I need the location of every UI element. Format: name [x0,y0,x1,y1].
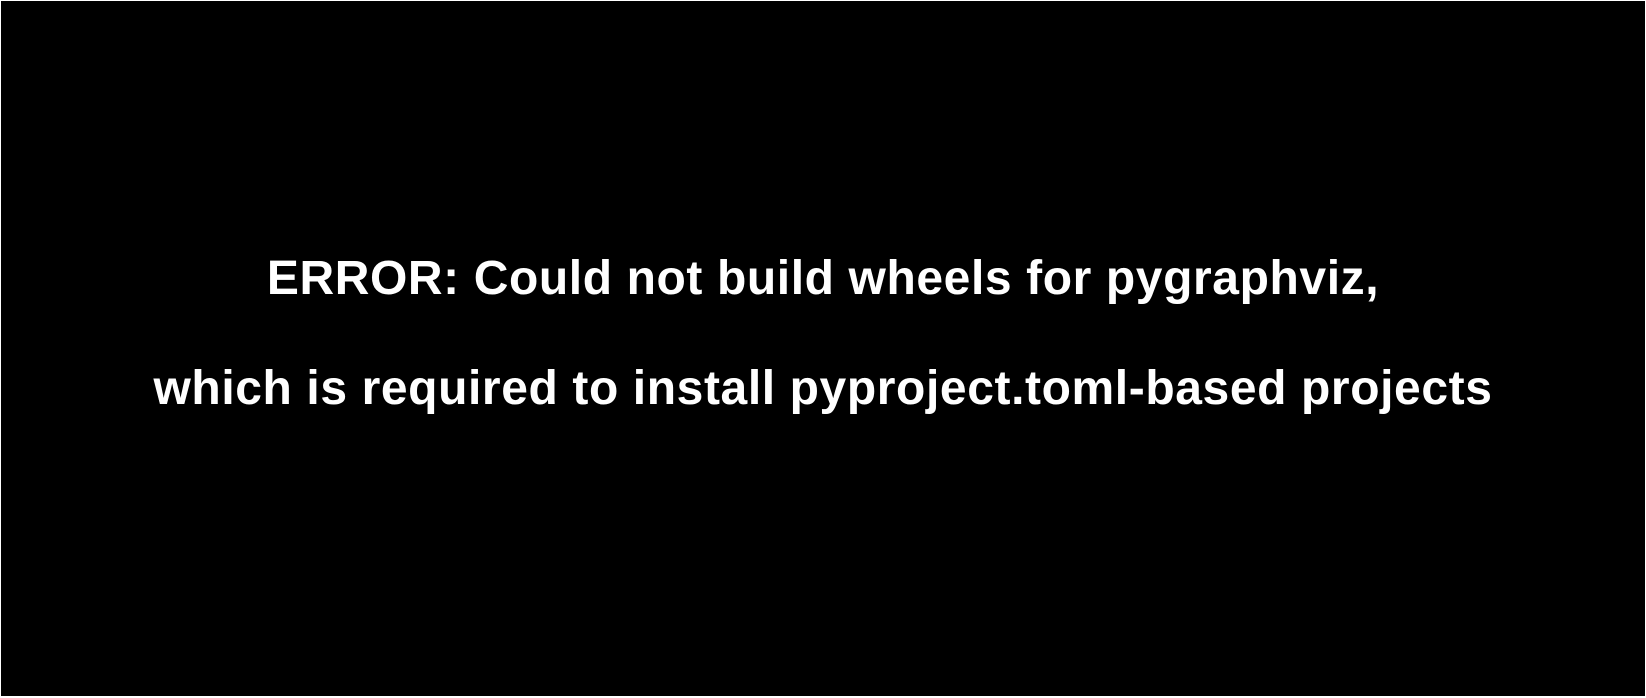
error-message-screen: ERROR: Could not build wheels for pygrap… [1,1,1645,696]
error-message-line-2: which is required to install pyproject.t… [153,362,1493,415]
error-message-line-1: ERROR: Could not build wheels for pygrap… [266,252,1380,305]
